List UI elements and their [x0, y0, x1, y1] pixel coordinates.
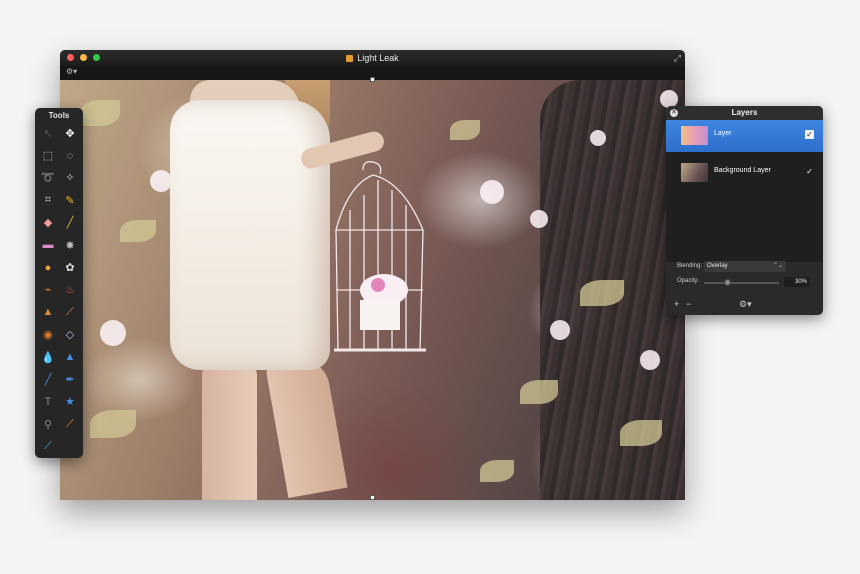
- layers-palette: ✕ Layers Layer ✓ Background Layer ✓ Blen…: [666, 106, 823, 315]
- title-bar[interactable]: Light Leak ⤢: [60, 50, 685, 66]
- zoom-tool-icon[interactable]: ⚲: [37, 413, 59, 435]
- select-arrows-icon: ⌃⌄: [772, 263, 783, 269]
- tools-title: Tools: [48, 111, 70, 120]
- opacity-label: Opacity:: [677, 278, 700, 284]
- type-tool-icon[interactable]: T: [37, 391, 59, 413]
- brush-tool-icon[interactable]: ✿: [59, 256, 81, 278]
- rect-select-tool-icon[interactable]: ⬚: [37, 144, 59, 166]
- birdcage: [328, 160, 438, 360]
- layer-row-background[interactable]: Background Layer ✓: [666, 157, 823, 189]
- tools-palette: Tools ↖ ✥ ⬚ ◌ ➰ ✧ ⌗ ✎ ◆ ╱ ▬ ✸ ● ✿ ⌁ ♨ ▲ ⟋ ◉ ◇ 💧 ▲ ╱ ✒ T ★ ⚲ ⟋ ⟋: [35, 108, 83, 458]
- eraser-tool-icon[interactable]: ◆: [37, 212, 59, 234]
- smudge-tool-icon[interactable]: ⌁: [37, 279, 59, 301]
- crop-tool-icon[interactable]: ⌗: [37, 189, 59, 211]
- layers-footer: + − ⚙▾: [666, 294, 823, 315]
- bottom-resize-handle[interactable]: [370, 495, 375, 500]
- pencil-tool-icon[interactable]: ╱: [59, 212, 81, 234]
- burn-tool-icon[interactable]: ♨: [59, 279, 81, 301]
- layer-visibility-checkbox[interactable]: ✓: [805, 167, 814, 176]
- layers-header[interactable]: ✕ Layers: [666, 106, 823, 120]
- magic-wand-tool-icon[interactable]: ✧: [59, 167, 81, 189]
- color-swatch-icon[interactable]: ⟋: [37, 435, 59, 457]
- clone-tool-icon[interactable]: ▲: [37, 301, 59, 323]
- opacity-value-field[interactable]: 30%: [784, 277, 810, 287]
- document-icon: [346, 55, 354, 62]
- layer-row-layer[interactable]: Layer ✓: [666, 120, 823, 152]
- arrow-tool-icon[interactable]: ↖: [37, 122, 59, 144]
- layer-options-gear-icon[interactable]: ⚙▾: [739, 299, 752, 310]
- remove-layer-button[interactable]: −: [686, 299, 691, 309]
- dodge-tool-icon[interactable]: ▲: [59, 346, 81, 368]
- layer-thumbnail: [681, 126, 708, 145]
- image-canvas[interactable]: [60, 80, 685, 500]
- add-layer-button[interactable]: +: [674, 299, 679, 309]
- layer-list: Layer ✓ Background Layer ✓: [666, 120, 823, 262]
- shape-tool-icon[interactable]: ★: [59, 391, 81, 413]
- blur-tool-icon[interactable]: 💧: [37, 346, 59, 368]
- lasso-tool-icon[interactable]: ➰: [37, 167, 59, 189]
- vector-brush-tool-icon[interactable]: ✒: [59, 368, 81, 390]
- window-title: Light Leak: [60, 53, 685, 63]
- layer-thumbnail: [681, 163, 708, 182]
- red-eye-tool-icon[interactable]: ◉: [37, 324, 59, 346]
- blending-mode-select[interactable]: Overlay ⌃⌄: [704, 261, 786, 272]
- pen-tool-icon[interactable]: ╱: [37, 368, 59, 390]
- tool-grid: ↖ ✥ ⬚ ◌ ➰ ✧ ⌗ ✎ ◆ ╱ ▬ ✸ ● ✿ ⌁ ♨ ▲ ⟋ ◉ ◇ 💧 ▲ ╱ ✒ T ★ ⚲ ⟋ ⟋: [37, 122, 81, 458]
- fullscreen-icon[interactable]: ⤢: [674, 53, 681, 64]
- sharpen-tool-icon[interactable]: ◇: [59, 324, 81, 346]
- white-dress: [170, 100, 330, 370]
- gradient-tool-icon[interactable]: ▬: [37, 234, 59, 256]
- opacity-slider-knob[interactable]: [723, 279, 731, 286]
- stamp-tool-icon[interactable]: ✸: [59, 234, 81, 256]
- opacity-slider[interactable]: [704, 279, 779, 286]
- color-picker-tool-icon[interactable]: ✎: [59, 189, 81, 211]
- paint-bucket-tool-icon[interactable]: ●: [37, 256, 59, 278]
- blending-label: Blending:: [677, 263, 703, 269]
- gear-menu-icon[interactable]: ⚙▾: [66, 67, 77, 76]
- layers-title: Layers: [731, 108, 758, 117]
- layer-name: Layer: [714, 130, 732, 137]
- blending-mode-value: Overlay: [707, 263, 728, 269]
- heal-tool-icon[interactable]: ⟋: [59, 301, 81, 323]
- figure-leg-left: [202, 365, 257, 500]
- top-resize-handle[interactable]: [370, 77, 375, 82]
- figure-leg-right: [265, 354, 348, 498]
- move-tool-icon[interactable]: ✥: [59, 122, 81, 144]
- ellipse-select-tool-icon[interactable]: ◌: [59, 144, 81, 166]
- layer-name: Background Layer: [714, 167, 771, 174]
- document-window: Light Leak ⤢ ⚙▾: [60, 50, 685, 500]
- layer-visibility-checkbox[interactable]: ✓: [805, 130, 814, 139]
- window-title-text: Light Leak: [357, 53, 399, 63]
- eyedropper-tool-icon[interactable]: ⟋: [59, 413, 81, 435]
